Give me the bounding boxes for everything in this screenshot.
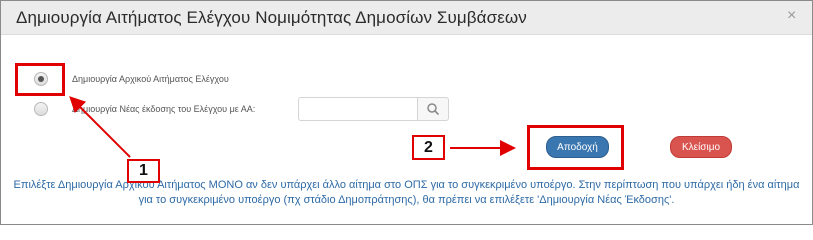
annotation-number-1: 1 <box>127 159 160 183</box>
close-icon[interactable]: × <box>787 8 796 24</box>
annotation-number-2: 2 <box>412 135 445 160</box>
radio-create-new-version[interactable] <box>34 102 48 116</box>
accept-button[interactable]: Αποδοχή <box>546 136 609 158</box>
search-group <box>298 97 449 121</box>
modal-title: Δημιουργία Αιτήματος Ελέγχου Νομιμότητας… <box>16 8 527 27</box>
modal-header: Δημιουργία Αιτήματος Ελέγχου Νομιμότητας… <box>1 1 812 35</box>
close-button[interactable]: Κλείσιμο <box>670 136 732 158</box>
option-label-create-new-version: Δημιουργία Νέας έκδοσης του Ελέγχου με Α… <box>72 104 256 114</box>
option-label-create-initial: Δημιουργία Αρχικού Αιτήματος Ελέγχου <box>72 74 229 84</box>
request-id-input[interactable] <box>298 97 418 121</box>
radio-create-initial[interactable] <box>34 72 48 86</box>
search-icon <box>427 103 439 115</box>
search-button[interactable] <box>417 97 449 121</box>
radio-selected-dot <box>38 76 44 82</box>
